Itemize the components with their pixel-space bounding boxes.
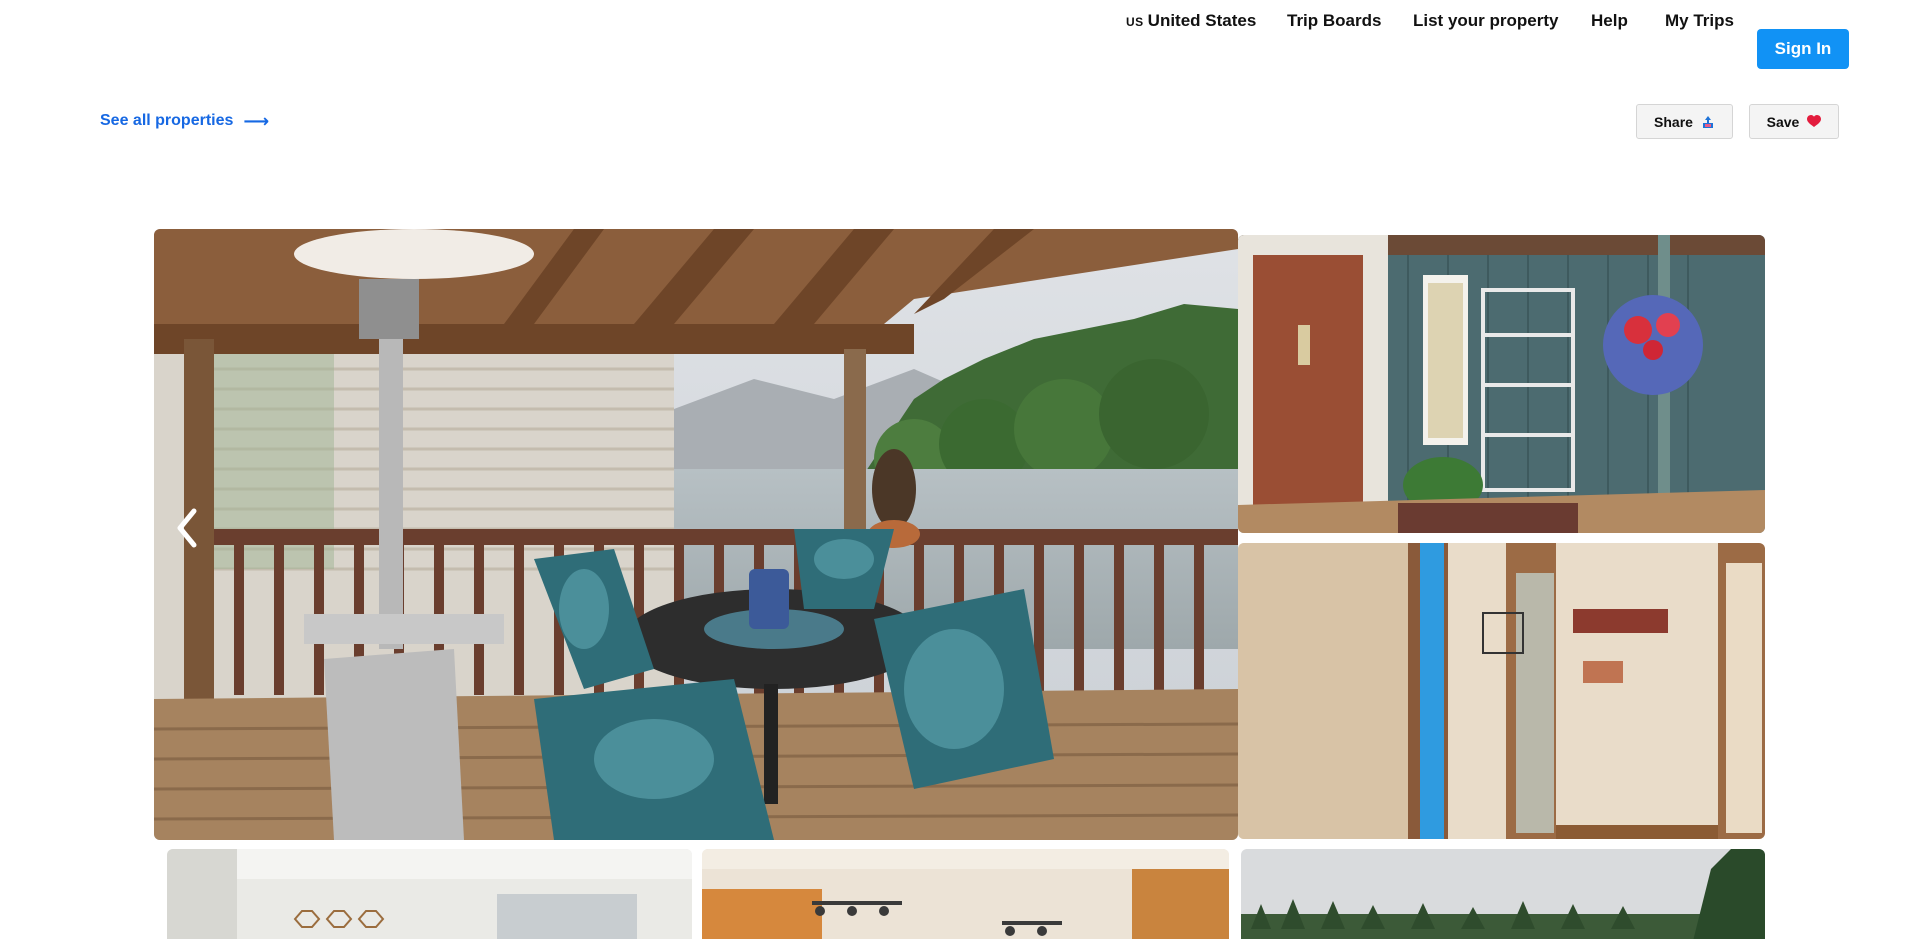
arrow-right-icon: ⟶	[243, 111, 270, 131]
country-flag-icon: US	[1126, 15, 1144, 29]
porch-photo-image	[1238, 235, 1765, 533]
country-selector[interactable]: US United States	[1126, 11, 1256, 31]
sign-in-button[interactable]: Sign In	[1757, 29, 1849, 69]
gallery-photo-thumb-3[interactable]	[1241, 849, 1765, 939]
chevron-left-icon	[177, 508, 197, 548]
hallway-photo-image	[1238, 543, 1765, 839]
share-button[interactable]: Share	[1636, 104, 1733, 139]
gallery-prev-button[interactable]	[172, 505, 202, 551]
help-link[interactable]: Help	[1591, 11, 1628, 31]
gallery-photo-thumb-2[interactable]	[702, 849, 1229, 939]
outdoor-photo-image	[1241, 849, 1765, 939]
gallery-photo-thumb-1[interactable]	[167, 849, 692, 939]
save-button[interactable]: Save	[1749, 104, 1839, 139]
country-label: United States	[1147, 11, 1257, 30]
save-label: Save	[1766, 113, 1800, 130]
deck-photo-image	[154, 229, 1238, 840]
gallery-photo-side-top[interactable]	[1238, 235, 1765, 533]
heart-icon	[1807, 115, 1822, 127]
see-all-properties-label: See all properties	[100, 112, 234, 129]
share-icon	[1702, 115, 1713, 128]
see-all-properties-link[interactable]: See all properties ⟶	[100, 112, 269, 130]
gallery-photo-side-bottom[interactable]	[1238, 543, 1765, 839]
share-label: Share	[1654, 113, 1693, 130]
living-room-photo-image	[702, 849, 1229, 939]
gallery-photo-main[interactable]	[154, 229, 1238, 840]
trip-boards-link[interactable]: Trip Boards	[1287, 11, 1381, 31]
my-trips-link[interactable]: My Trips	[1665, 11, 1734, 31]
bedroom-photo-image	[167, 849, 692, 939]
list-your-property-link[interactable]: List your property	[1413, 11, 1558, 31]
